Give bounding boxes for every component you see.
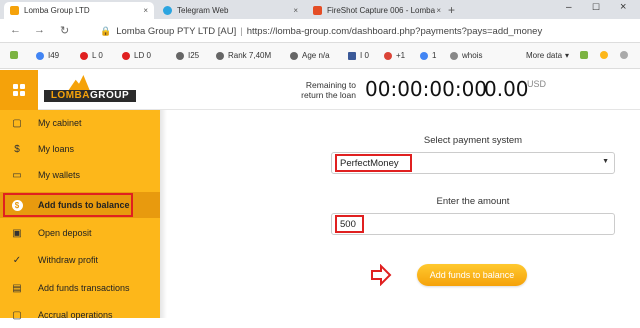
sidebar-item-my-loans[interactable]: $ My loans — [0, 136, 160, 162]
address-bar: ← → ↻ 🔒 Lomba Group PTY LTD [AU] | https… — [0, 19, 640, 43]
window-close-icon[interactable]: × — [620, 1, 626, 13]
google-plus-icon — [384, 51, 392, 60]
sidebar-item-label: My wallets — [38, 170, 81, 180]
seo-more-data[interactable]: More data ▾ — [526, 51, 569, 60]
seo-close-icon[interactable] — [620, 51, 632, 59]
menu-toggle-button[interactable] — [0, 70, 38, 110]
sidebar-item-accrual-operations[interactable]: ▢ Accrual operations — [0, 302, 160, 328]
seo-logo-icon[interactable] — [10, 51, 22, 59]
reload-icon[interactable]: ↻ — [60, 24, 69, 37]
seo-rank[interactable]: Rank 7,40M — [216, 51, 271, 60]
dollar-icon: $ — [14, 143, 20, 155]
balance-currency: USD — [527, 79, 547, 89]
browser-tab-telegram[interactable]: Telegram Web × — [157, 2, 304, 19]
age-icon — [290, 51, 298, 60]
browser-tab-lomba[interactable]: Lomba Group LTD × — [4, 2, 154, 19]
logo-mark-icon — [68, 75, 90, 91]
sidebar-item-my-wallets[interactable]: ▭ My wallets — [0, 162, 160, 188]
sidebar-item-label: My loans — [38, 144, 75, 154]
operations-icon: ▢ — [12, 309, 22, 321]
seo-age[interactable]: Age n/a — [290, 51, 330, 60]
content-divider — [160, 110, 167, 318]
checkmark-icon: ✓ — [12, 254, 22, 266]
highlight-box — [3, 193, 133, 217]
whois-icon — [450, 51, 458, 60]
seo-settings-icon[interactable] — [580, 51, 592, 59]
seo-google-plus[interactable]: +1 — [384, 51, 405, 60]
highlight-box — [335, 154, 412, 172]
tab-title: FireShot Capture 006 - Lomba Gr — [327, 6, 435, 15]
loan-remaining-label: Remaining to return the loan — [301, 80, 356, 100]
add-funds-button[interactable]: Add funds to balance — [417, 264, 527, 286]
seo-help-icon[interactable] — [600, 51, 612, 59]
maximize-icon[interactable]: ☐ — [592, 2, 600, 13]
lomba-group-logo[interactable]: LOMBAGROUP — [44, 75, 136, 105]
amount-input[interactable]: 500 — [331, 213, 615, 235]
seo-google-index[interactable]: I49 — [36, 51, 59, 60]
new-tab-icon[interactable]: + — [448, 3, 455, 17]
tab-close-icon[interactable]: × — [436, 6, 441, 15]
tab-close-icon[interactable]: × — [293, 6, 298, 15]
seo-bing-index[interactable]: I25 — [176, 51, 199, 60]
facebook-icon — [348, 51, 356, 60]
highlight-box — [335, 215, 364, 233]
balance-amount: 0.00 — [484, 77, 529, 101]
payment-system-label: Select payment system — [423, 135, 523, 146]
fireshot-favicon-icon — [313, 6, 322, 15]
url-field[interactable]: 🔒 Lomba Group PTY LTD [AU] | https://lom… — [100, 22, 542, 40]
sidebar-item-withdraw-profit[interactable]: ✓ Withdraw profit — [0, 247, 160, 273]
tab-title: Telegram Web — [177, 6, 229, 15]
seo-whois[interactable]: whois — [450, 51, 482, 60]
minimize-icon[interactable]: – — [566, 2, 572, 13]
seo-pinterest[interactable]: 1 — [420, 51, 436, 60]
sidebar-item-label: Accrual operations — [38, 310, 113, 320]
amount-label: Enter the amount — [436, 196, 510, 207]
pinterest-icon — [420, 51, 428, 60]
browser-tab-fireshot[interactable]: FireShot Capture 006 - Lomba Gr × — [307, 2, 447, 19]
back-icon[interactable]: ← — [10, 24, 21, 36]
tab-close-icon[interactable]: × — [143, 6, 148, 15]
deposit-icon: ▣ — [12, 227, 22, 239]
lomba-favicon-icon — [10, 6, 19, 15]
cabinet-icon: ▢ — [12, 117, 22, 129]
seo-facebook[interactable]: I 0 — [348, 51, 369, 60]
grid-icon — [13, 84, 25, 96]
tab-title: Lomba Group LTD — [24, 6, 90, 15]
list-icon: ▤ — [12, 282, 22, 294]
telegram-favicon-icon — [163, 6, 172, 15]
lock-icon[interactable]: 🔒 — [100, 26, 111, 37]
seo-toolbar: I49 L 0 LD 0 I25 Rank 7,40M Age n/a I 0 … — [0, 43, 640, 69]
pointer-arrow-icon — [371, 264, 392, 286]
sidebar-item-add-funds-transactions[interactable]: ▤ Add funds transactions — [0, 275, 160, 301]
wallet-icon: ▭ — [12, 169, 22, 181]
dropdown-icon: ▾ — [565, 51, 570, 60]
sidebar-item-label: Add funds transactions — [38, 283, 130, 293]
sidebar-item-label: Withdraw profit — [38, 255, 99, 265]
site-identity: Lomba Group PTY LTD [AU] — [116, 25, 237, 37]
loan-countdown: 00:00:00:00 — [365, 77, 488, 101]
url-text: https://lomba-group.com/dashboard.php?pa… — [246, 25, 543, 37]
dropdown-arrow-icon: ▼ — [602, 158, 609, 165]
links-icon — [80, 51, 88, 60]
url-separator: | — [240, 25, 243, 37]
domains-icon — [122, 51, 130, 60]
bing-icon — [176, 51, 184, 60]
browser-tab-bar: Lomba Group LTD × Telegram Web × FireSho… — [0, 0, 640, 19]
site-header: LOMBAGROUP Remaining to return the loan … — [0, 70, 640, 110]
forward-icon[interactable]: → — [34, 24, 45, 36]
rank-icon — [216, 51, 224, 60]
sidebar-item-label: Open deposit — [38, 228, 92, 238]
sidebar-item-open-deposit[interactable]: ▣ Open deposit — [0, 220, 160, 246]
seo-linking-domains[interactable]: LD 0 — [122, 51, 151, 60]
google-icon — [36, 51, 44, 60]
sidebar-item-my-cabinet[interactable]: ▢ My cabinet — [0, 110, 160, 136]
seo-links[interactable]: L 0 — [80, 51, 103, 60]
sidebar-item-label: My cabinet — [38, 118, 82, 128]
